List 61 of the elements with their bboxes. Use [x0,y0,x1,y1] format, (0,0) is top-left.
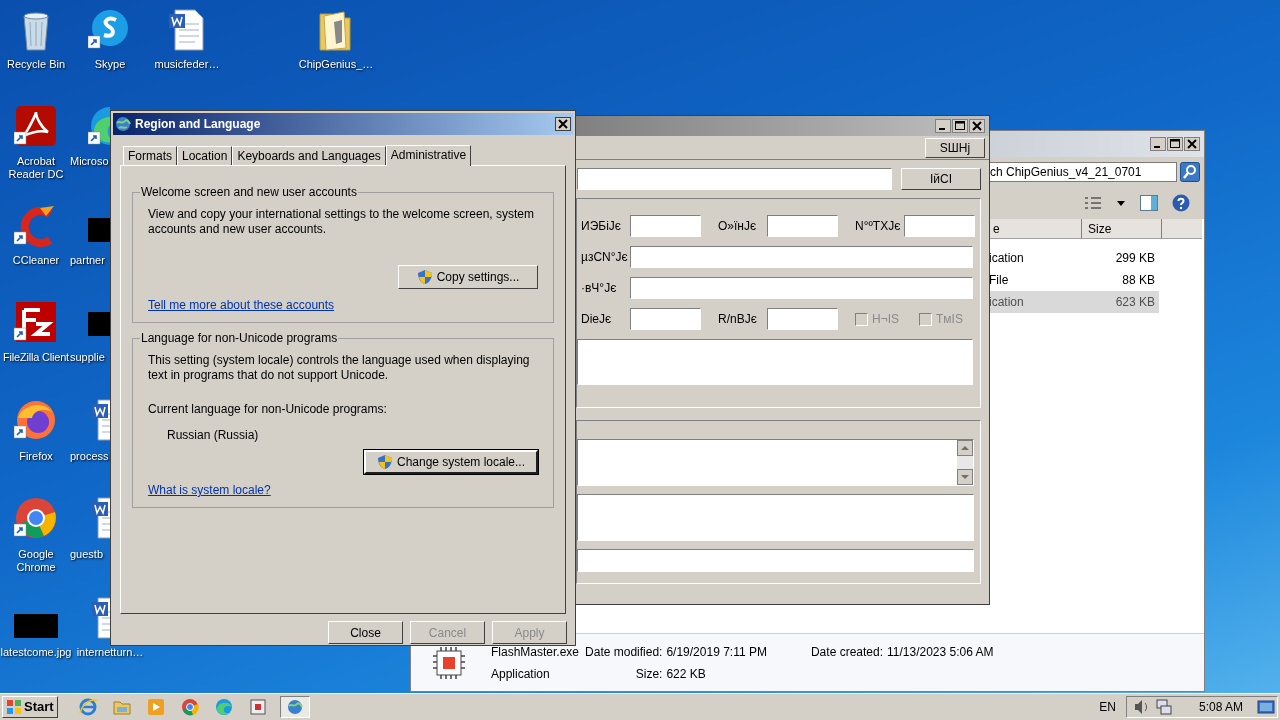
tab[interactable]: Location [177,146,233,165]
field-label: Date created: [810,643,883,661]
clock[interactable]: 5:08 AM [1198,698,1243,716]
selected-row[interactable]: ication 623 KB [987,291,1159,313]
icon-label[interactable]: guestb [70,548,104,561]
icon-label[interactable]: process [70,450,109,463]
field-value: 11/13/2023 5:06 AM [887,643,994,661]
field-label: R/nBJє [718,311,758,328]
description-text: This setting (system locale) controls the language used when displaying text in programs that do not support Unicode. [148,353,531,383]
language-indicator[interactable]: EN [1099,698,1116,716]
toolbar-button[interactable]: SШHj [925,137,985,158]
icon-label[interactable]: Microso [70,155,109,168]
field-value: 622 KB [666,665,707,683]
file-type: Application [491,665,551,683]
checkbox-label: H¬IS [872,311,899,328]
search-field[interactable]: ch ChipGenius_v4_21_0701 [987,162,1177,182]
table-cell-text: ication [988,250,1025,267]
table-cell-text: 623 KB [1115,294,1156,311]
file-row[interactable]: File 88 KB [987,269,1159,291]
field-label: O»ïнJє [718,218,758,235]
column-header[interactable]: Size [1082,219,1162,238]
description-text: View and copy your international settings to the welcome screen, system accounts and new user accounts. [148,207,535,237]
field-value: 6/19/2019 7:11 PM [666,643,767,661]
icon-label[interactable]: musicfeder… [149,58,225,71]
field-label: Date modified: [585,643,663,661]
file-name: FlashMaster.exe [491,643,580,661]
icon-label[interactable]: Skype [75,58,145,71]
help-link[interactable]: Tell me more about these accounts [148,296,335,314]
table-cell-text: ication [988,294,1025,311]
icon-label[interactable]: Recycle Bin [0,58,76,71]
tab[interactable]: Keyboards and Languages [232,146,386,165]
tab[interactable]: Administrative [385,145,472,166]
tab[interactable]: Formats [123,146,177,165]
icon-label[interactable]: ChipGenius_… [296,58,376,71]
checkbox-label: TмIS [936,311,963,328]
group-title: Language for non-Unicode programs [140,330,339,347]
value-text: Russian (Russia) [167,427,260,444]
file-row[interactable]: ication 299 KB [987,247,1159,269]
icon-label[interactable]: Google Chrome [5,548,67,574]
field-label: µзCN°Jє [581,249,629,266]
table-cell-text: 88 KB [1122,272,1156,289]
field-label: ИЭБiJє [581,218,622,235]
action-button[interactable]: IйCI [901,168,981,190]
icon-label[interactable]: partner [70,254,105,267]
field-label: Size: [634,665,663,683]
group-title: Welcome screen and new user accounts [140,184,358,201]
window-title: Region and Language [135,116,262,133]
icon-label[interactable]: Acrobat Reader DC [5,155,67,181]
settings-button[interactable]: Change system locale... [364,450,538,474]
label-text: Current language for non-Unicode programs: [148,401,388,418]
table-cell-text: File [988,272,1010,289]
settings-button[interactable]: Copy settings... [398,265,538,289]
field-label: DieJє [581,311,613,328]
field-label: ·вЧ°Jє [581,280,618,297]
table-cell-text: 299 KB [1115,250,1156,267]
field-label: N°ºTXJє [855,218,902,235]
icon-label[interactable]: FileZilla Client [2,351,70,364]
start-button[interactable]: Start [2,696,58,718]
dialog-button[interactable]: Close [328,621,403,644]
icon-label[interactable]: supplie [70,351,105,364]
help-link[interactable]: What is system locale? [148,481,271,499]
